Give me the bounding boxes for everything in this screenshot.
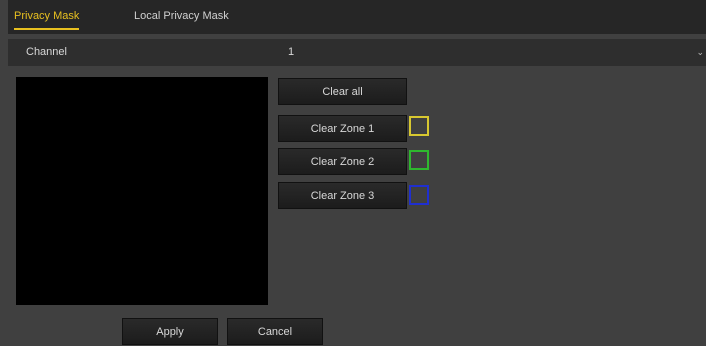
- clear-zone-3-button[interactable]: Clear Zone 3: [278, 182, 407, 209]
- clear-all-button[interactable]: Clear all: [278, 78, 407, 105]
- zone-1-color-swatch: [409, 116, 429, 136]
- chevron-down-icon: ⌄: [696, 47, 704, 57]
- zone-2-color-swatch: [409, 150, 429, 170]
- tab-local-privacy-mask[interactable]: Local Privacy Mask: [134, 0, 229, 34]
- clear-zone-2-button[interactable]: Clear Zone 2: [278, 148, 407, 175]
- tab-local-privacy-mask-label: Local Privacy Mask: [134, 10, 229, 22]
- channel-label: Channel: [26, 46, 67, 58]
- zone-3-color-swatch: [409, 185, 429, 205]
- tab-privacy-mask[interactable]: Privacy Mask: [14, 0, 80, 34]
- apply-button[interactable]: Apply: [122, 318, 218, 345]
- channel-select[interactable]: 1 ⌄: [278, 39, 706, 66]
- clear-zone-1-button[interactable]: Clear Zone 1: [278, 115, 407, 142]
- tab-privacy-mask-label: Privacy Mask: [14, 10, 80, 22]
- cancel-button[interactable]: Cancel: [227, 318, 323, 345]
- channel-value: 1: [288, 46, 295, 58]
- channel-row: Channel 1 ⌄: [8, 39, 706, 66]
- active-tab-underline: [14, 28, 80, 30]
- video-preview[interactable]: [16, 77, 268, 305]
- tab-bar: Privacy Mask Local Privacy Mask: [8, 0, 706, 34]
